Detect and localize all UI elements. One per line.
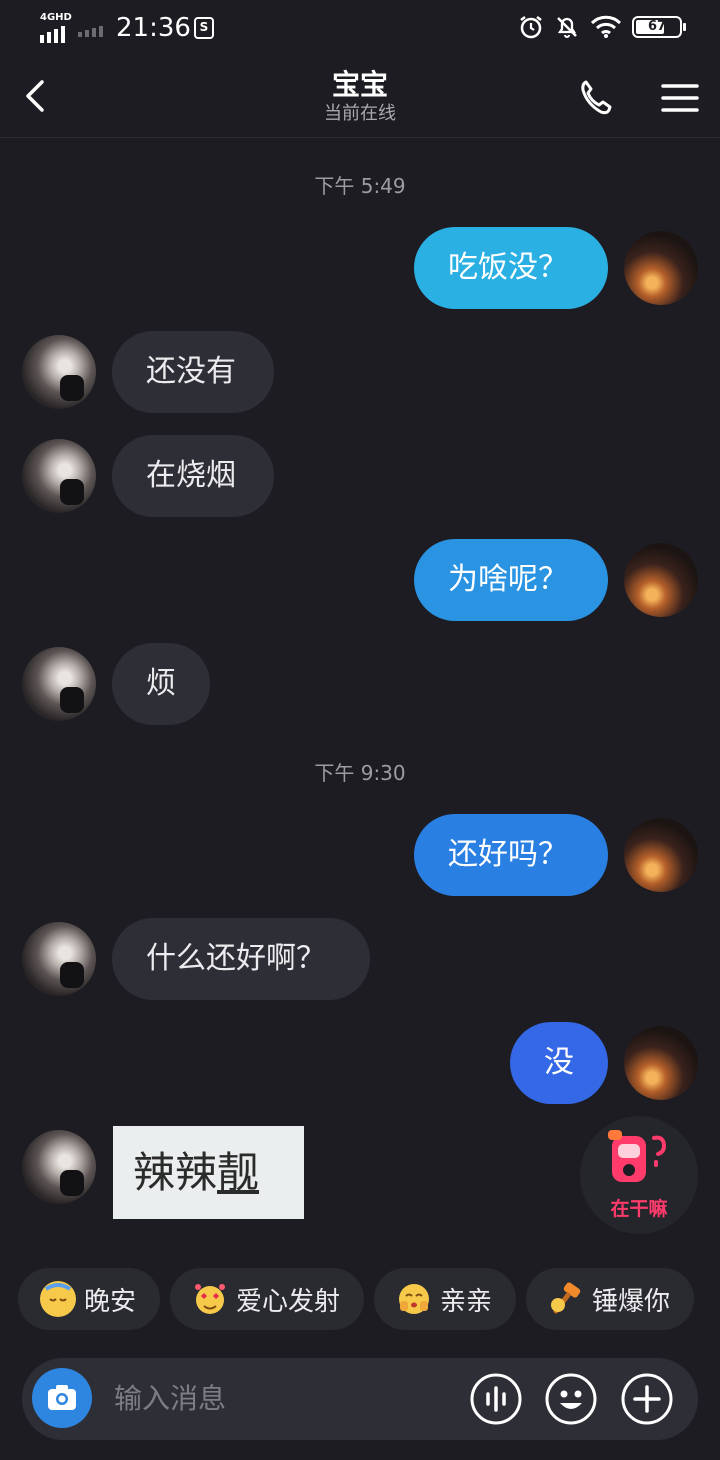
quick-reply-label: 爱心发射 (236, 1286, 341, 1317)
contact-avatar[interactable] (22, 647, 96, 721)
message-bubble-outgoing[interactable]: 还好吗？ (414, 814, 608, 896)
mute-bell-icon (557, 17, 577, 38)
camera-icon (48, 1385, 76, 1410)
timestamp: 下午 5:49 (314, 174, 406, 198)
quick-reply-label: 晚安 (84, 1286, 137, 1317)
widget-label: 在干嘛 (610, 1198, 668, 1220)
message-bubble-incoming[interactable]: 在烧烟 (112, 435, 274, 517)
plus-more-icon[interactable] (620, 1372, 674, 1426)
emoji-smiley-icon[interactable] (544, 1372, 598, 1426)
quick-reply-heart-shot[interactable]: 爱心发射 (170, 1268, 365, 1330)
chat-header: 宝宝 当前在线 (0, 58, 720, 138)
what-are-you-doing-widget[interactable]: 在干嘛 (580, 1116, 698, 1234)
menu-icon[interactable] (656, 78, 704, 118)
status-time: 21:36 (116, 13, 191, 43)
message-bubble-outgoing[interactable]: 为啥呢？ (414, 539, 608, 621)
cellular-signal-icon: 4GHD (40, 12, 110, 43)
voice-message-icon[interactable] (469, 1372, 523, 1426)
message-input-bar: 输入消息 (22, 1358, 698, 1440)
phone-sticker-icon (608, 1130, 667, 1182)
my-avatar[interactable] (624, 1026, 698, 1100)
my-avatar[interactable] (624, 818, 698, 892)
battery-icon: 67 (632, 16, 686, 38)
app-notification-icon: S (194, 17, 214, 39)
message-bubble-incoming[interactable]: 什么还好啊？ (112, 918, 370, 1000)
quick-reply-bar: 晚安 爱心发射 亲亲 锤爆你 (18, 1268, 695, 1332)
contact-avatar[interactable] (22, 1130, 96, 1204)
quick-reply-hammer[interactable]: 锤爆你 (526, 1268, 695, 1330)
quick-reply-good-night[interactable]: 晚安 (18, 1268, 161, 1330)
my-avatar[interactable] (624, 543, 698, 617)
alarm-icon (520, 16, 542, 39)
quick-reply-kiss[interactable]: 亲亲 (374, 1268, 517, 1330)
timestamp: 下午 9:30 (314, 761, 406, 785)
kiss-face-icon (396, 1281, 432, 1317)
message-bubble-incoming[interactable]: 还没有 (112, 331, 274, 413)
sleepy-face-icon (40, 1281, 76, 1317)
phone-call-icon[interactable] (574, 76, 622, 120)
quick-reply-label: 锤爆你 (592, 1286, 671, 1317)
sticker-text-underlined: 靓 (217, 1148, 260, 1197)
contact-avatar[interactable] (22, 439, 96, 513)
status-bar: 4GHD 21:36 S 67 (0, 0, 720, 58)
wifi-icon (590, 15, 622, 38)
heart-eyes-face-icon (192, 1281, 228, 1317)
image-sticker-message[interactable]: 辣辣靓 (113, 1126, 304, 1219)
message-bubble-outgoing[interactable]: 没 (510, 1022, 608, 1104)
message-bubble-outgoing[interactable]: 吃饭没？ (414, 227, 608, 309)
contact-avatar[interactable] (22, 922, 96, 996)
message-input[interactable]: 输入消息 (114, 1358, 226, 1440)
contact-avatar[interactable] (22, 335, 96, 409)
network-type-label: 4GHD (40, 12, 72, 23)
battery-percent: 67 (647, 19, 667, 34)
quick-reply-label: 亲亲 (440, 1286, 493, 1317)
camera-button[interactable] (32, 1368, 92, 1428)
hammer-icon (548, 1281, 584, 1317)
sticker-text: 辣辣 (133, 1148, 218, 1197)
message-bubble-incoming[interactable]: 烦 (112, 643, 210, 725)
my-avatar[interactable] (624, 231, 698, 305)
